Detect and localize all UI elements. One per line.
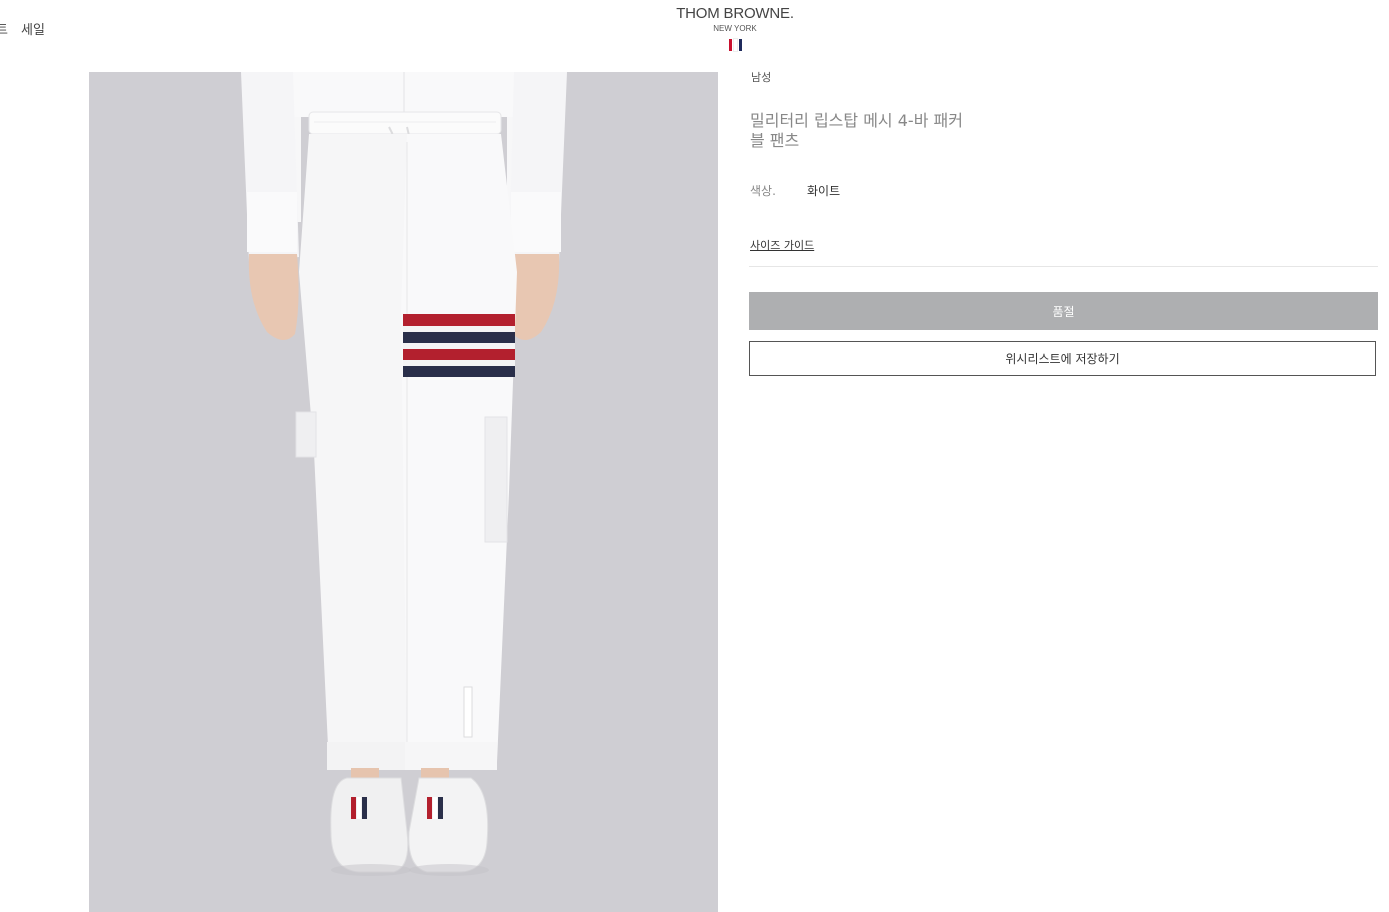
- logo-wordmark: THOM BROWNE.: [676, 5, 794, 22]
- divider: [749, 266, 1378, 267]
- tricolor-flag-icon: [670, 38, 800, 52]
- save-to-wishlist-button[interactable]: 위시리스트에 저장하기: [749, 341, 1376, 376]
- product-image[interactable]: [89, 72, 718, 912]
- brand-logo[interactable]: THOM BROWNE. NEW YORK: [670, 5, 800, 52]
- size-guide-link[interactable]: 사이즈 가이드: [750, 237, 814, 253]
- color-label: 색상.: [750, 184, 776, 198]
- logo-subtitle: NEW YORK: [713, 24, 757, 33]
- product-category: 남성: [751, 71, 772, 84]
- nav-item-sale[interactable]: 세일: [21, 19, 45, 38]
- product-title-line-2: 블 팬츠: [750, 131, 800, 150]
- nav-item-partial[interactable]: 트: [0, 19, 8, 38]
- product-title-line-1: 밀리터리 립스탑 메시 4-바 패커: [750, 111, 963, 130]
- product-title: 밀리터리 립스탑 메시 4-바 패커 블 팬츠: [750, 111, 990, 151]
- sold-out-button[interactable]: 품절: [749, 292, 1378, 330]
- color-value: 화이트: [807, 184, 841, 198]
